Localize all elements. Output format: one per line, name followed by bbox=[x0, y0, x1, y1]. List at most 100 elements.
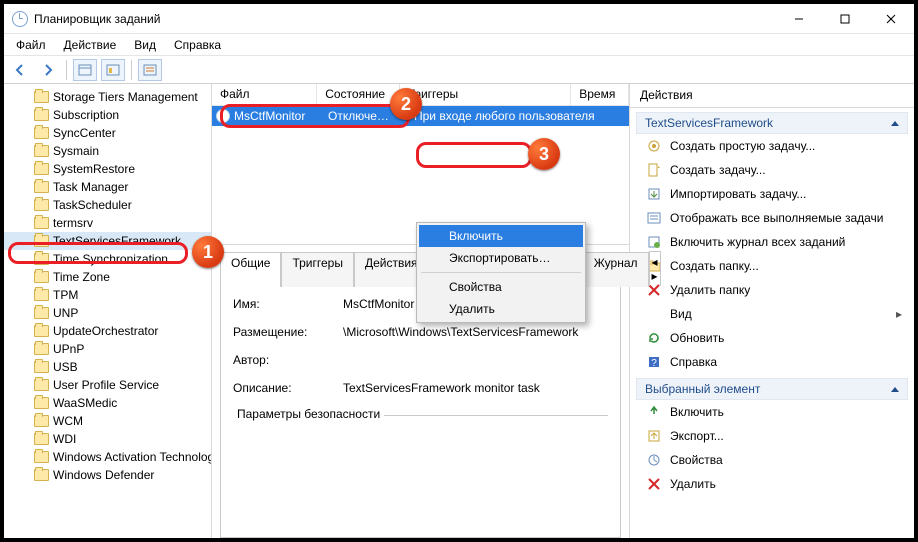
props-icon bbox=[646, 452, 662, 468]
value-author bbox=[343, 353, 608, 367]
tab-triggers[interactable]: Триггеры bbox=[281, 252, 354, 287]
chevron-right-icon: ▸ bbox=[896, 307, 902, 321]
ctx-separator bbox=[421, 272, 581, 273]
tree-item[interactable]: TPM bbox=[4, 286, 211, 304]
toolbar-button-3[interactable] bbox=[138, 59, 162, 81]
tree-item[interactable]: TaskScheduler bbox=[4, 196, 211, 214]
tree-item[interactable]: SyncCenter bbox=[4, 124, 211, 142]
action-item[interactable]: Создать папку... bbox=[636, 254, 908, 278]
import-icon bbox=[646, 186, 662, 202]
tree-item-label: WDI bbox=[53, 432, 76, 446]
tree-item-label: Windows Defender bbox=[53, 468, 154, 482]
value-description: TextServicesFramework monitor task bbox=[343, 381, 608, 395]
tree-item[interactable]: WCM bbox=[4, 412, 211, 430]
tab-general[interactable]: Общие bbox=[220, 252, 281, 287]
tree-item[interactable]: SystemRestore bbox=[4, 160, 211, 178]
action-item[interactable]: ?Справка bbox=[636, 350, 908, 374]
new-icon bbox=[646, 162, 662, 178]
toolbar-button-1[interactable] bbox=[73, 59, 97, 81]
enable-icon bbox=[646, 404, 662, 420]
folder-icon bbox=[34, 289, 49, 301]
window-title: Планировщик заданий bbox=[34, 12, 776, 26]
refresh-icon bbox=[646, 330, 662, 346]
folder-icon bbox=[34, 181, 49, 193]
action-item[interactable]: Отображать все выполняемые задачи bbox=[636, 206, 908, 230]
tree-item[interactable]: USB bbox=[4, 358, 211, 376]
tree-item[interactable]: TextServicesFramework bbox=[4, 232, 211, 250]
action-item-label: Создать простую задачу... bbox=[670, 139, 815, 153]
ctx-item-properties[interactable]: Свойства bbox=[419, 276, 583, 298]
tree-item[interactable]: Subscription bbox=[4, 106, 211, 124]
menu-file[interactable]: Файл bbox=[8, 36, 54, 54]
tree-item[interactable]: Time Zone bbox=[4, 268, 211, 286]
toolbar-button-2[interactable] bbox=[101, 59, 125, 81]
task-name: MsCtfMonitor bbox=[234, 109, 328, 123]
close-button[interactable] bbox=[868, 4, 914, 34]
col-trigger[interactable]: Триггеры bbox=[400, 84, 572, 105]
action-item-label: Включить журнал всех заданий bbox=[670, 235, 845, 249]
folder-icon bbox=[34, 451, 49, 463]
action-item-label: Свойства bbox=[670, 453, 723, 467]
menu-help[interactable]: Справка bbox=[166, 36, 229, 54]
task-state: Отключе… bbox=[328, 109, 414, 123]
tree-item[interactable]: UNP bbox=[4, 304, 211, 322]
col-name[interactable]: Файл bbox=[212, 84, 317, 105]
blank-icon bbox=[646, 306, 662, 322]
action-item[interactable]: Создать простую задачу... bbox=[636, 134, 908, 158]
tree-item[interactable]: WaaSMedic bbox=[4, 394, 211, 412]
actions-group-folder[interactable]: TextServicesFramework bbox=[636, 112, 908, 134]
action-item[interactable]: Удалить bbox=[636, 472, 908, 496]
ctx-item-delete[interactable]: Удалить bbox=[419, 298, 583, 320]
menu-view[interactable]: Вид bbox=[126, 36, 164, 54]
tree-item-label: USB bbox=[53, 360, 78, 374]
actions-group-selected[interactable]: Выбранный элемент bbox=[636, 378, 908, 400]
folder-icon bbox=[34, 163, 49, 175]
action-item[interactable]: Свойства bbox=[636, 448, 908, 472]
action-item[interactable]: Удалить папку bbox=[636, 278, 908, 302]
tree-item[interactable]: Windows Activation Technologies bbox=[4, 448, 211, 466]
toolbar-separator bbox=[66, 60, 67, 80]
folder-icon bbox=[34, 415, 49, 427]
tree-item[interactable]: UpdateOrchestrator bbox=[4, 322, 211, 340]
col-state[interactable]: Состояние bbox=[317, 84, 399, 105]
tree-item-label: Storage Tiers Management bbox=[53, 90, 198, 104]
collapse-icon bbox=[891, 387, 899, 392]
tree-item[interactable]: Sysmain bbox=[4, 142, 211, 160]
tree-item[interactable]: Windows Defender bbox=[4, 466, 211, 484]
value-location: \Microsoft\Windows\TextServicesFramework bbox=[343, 325, 608, 339]
tree-item[interactable]: Storage Tiers Management bbox=[4, 88, 211, 106]
tree-item[interactable]: User Profile Service bbox=[4, 376, 211, 394]
action-item[interactable]: Включить bbox=[636, 400, 908, 424]
task-row-selected[interactable]: MsCtfMonitor Отключе… При входе любого п… bbox=[212, 106, 629, 126]
tree-item-label: UNP bbox=[53, 306, 78, 320]
col-time[interactable]: Время bbox=[571, 84, 629, 105]
tab-history[interactable]: Журнал bbox=[583, 252, 649, 287]
action-item[interactable]: Создать задачу... bbox=[636, 158, 908, 182]
action-item[interactable]: Экспорт... bbox=[636, 424, 908, 448]
action-item[interactable]: Вид▸ bbox=[636, 302, 908, 326]
tree-item[interactable]: Time Synchronization bbox=[4, 250, 211, 268]
app-icon bbox=[12, 11, 28, 27]
maximize-button[interactable] bbox=[822, 4, 868, 34]
minimize-button[interactable] bbox=[776, 4, 822, 34]
export-icon bbox=[646, 428, 662, 444]
ctx-item-enable[interactable]: Включить bbox=[419, 225, 583, 247]
label-location: Размещение: bbox=[233, 325, 343, 339]
ctx-item-export[interactable]: Экспортировать… bbox=[419, 247, 583, 269]
menu-action[interactable]: Действие bbox=[56, 36, 125, 54]
action-item[interactable]: Импортировать задачу... bbox=[636, 182, 908, 206]
tree-item-label: Subscription bbox=[53, 108, 119, 122]
tree-item[interactable]: WDI bbox=[4, 430, 211, 448]
action-item[interactable]: Обновить bbox=[636, 326, 908, 350]
nav-back-button[interactable] bbox=[8, 59, 32, 81]
tree-item-label: TaskScheduler bbox=[53, 198, 132, 212]
tree-item[interactable]: Task Manager bbox=[4, 178, 211, 196]
tree-item[interactable]: termsrv bbox=[4, 214, 211, 232]
tab-scroll[interactable]: ◂ ▸ bbox=[649, 251, 661, 286]
action-item-label: Включить bbox=[670, 405, 724, 419]
action-item[interactable]: Включить журнал всех заданий bbox=[636, 230, 908, 254]
tree-item[interactable]: UPnP bbox=[4, 340, 211, 358]
nav-forward-button[interactable] bbox=[36, 59, 60, 81]
task-trigger: При входе любого пользователя bbox=[414, 109, 603, 123]
tree-item-label: WCM bbox=[53, 414, 83, 428]
